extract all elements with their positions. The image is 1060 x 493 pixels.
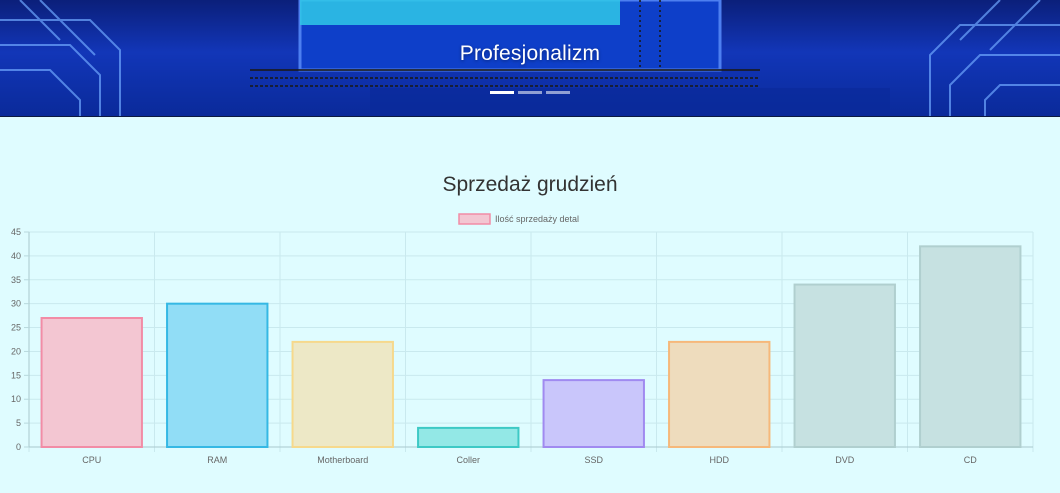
y-tick-label: 35 xyxy=(11,275,21,285)
bar-cd xyxy=(919,245,1022,449)
chart-legend[interactable]: Ilość sprzedaży detal xyxy=(458,213,579,225)
x-tick-label: DVD xyxy=(835,455,855,465)
carousel-indicator[interactable] xyxy=(490,91,514,94)
legend-swatch xyxy=(458,213,491,225)
y-tick-label: 45 xyxy=(11,227,21,237)
carousel-indicators xyxy=(0,91,1060,95)
hero-carousel[interactable]: Profesjonalizm xyxy=(0,0,1060,117)
x-tick-label: CD xyxy=(964,455,977,465)
carousel-indicator[interactable] xyxy=(546,91,570,94)
bar-ssd xyxy=(542,379,645,448)
x-tick-label: RAM xyxy=(207,455,227,465)
hero-caption: Profesjonalizm xyxy=(459,42,601,65)
x-tick-label: CPU xyxy=(82,455,101,465)
bar-motherboard xyxy=(291,340,394,448)
y-tick-label: 20 xyxy=(11,346,21,356)
x-tick-label: Motherboard xyxy=(317,455,368,465)
y-tick-label: 25 xyxy=(11,323,21,333)
y-tick-label: 30 xyxy=(11,299,21,309)
sales-bar-chart: Ilość sprzedaży detal 0 5 10 15 20 25 30 35 40 45… xyxy=(11,213,1034,465)
bar-ram xyxy=(166,302,269,448)
y-tick-label: 5 xyxy=(16,418,21,428)
bar-hdd xyxy=(668,340,771,448)
x-tick-label: Coller xyxy=(456,455,480,465)
legend-label: Ilość sprzedaży detal xyxy=(495,214,579,224)
y-axis: 0 5 10 15 20 25 30 35 40 45 xyxy=(11,227,29,452)
chart-title: Sprzedaż grudzień xyxy=(442,173,618,196)
bar-cpu xyxy=(40,317,143,448)
carousel-indicator[interactable] xyxy=(518,91,542,94)
bar-coller xyxy=(417,426,520,448)
y-tick-label: 10 xyxy=(11,394,21,404)
bar-dvd xyxy=(793,283,896,448)
y-tick-label: 40 xyxy=(11,251,21,261)
y-tick-label: 15 xyxy=(11,370,21,380)
y-tick-label: 0 xyxy=(16,442,21,452)
x-axis: CPU RAM Motherboard Coller SSD HDD DVD CD xyxy=(82,455,977,465)
x-tick-label: SSD xyxy=(584,455,603,465)
x-tick-label: HDD xyxy=(710,455,730,465)
